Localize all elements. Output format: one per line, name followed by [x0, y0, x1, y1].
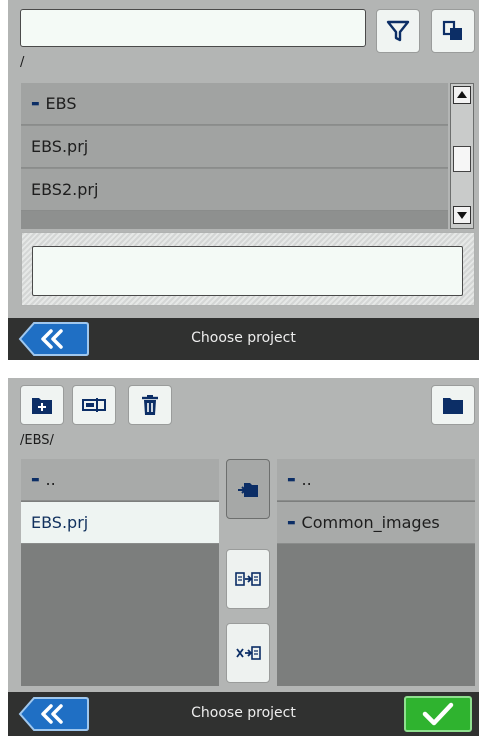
- folder-icon: ▬: [31, 474, 40, 485]
- scroll-up-button[interactable]: [453, 86, 471, 104]
- list-item-folder[interactable]: ▬ ..: [277, 459, 475, 501]
- move-to-folder-button[interactable]: [226, 459, 270, 519]
- folder-icon: ▬: [31, 98, 40, 109]
- search-input[interactable]: [20, 9, 366, 47]
- filter-icon: [386, 20, 410, 42]
- list-item-label: EBS2.prj: [31, 180, 99, 199]
- copy-button[interactable]: [431, 9, 475, 53]
- list-item-label: ..: [45, 470, 56, 489]
- left-file-list: ▬ .. EBS.prj: [21, 459, 219, 686]
- list-item-folder[interactable]: ▬ EBS: [21, 83, 448, 125]
- move-file-button[interactable]: [226, 623, 270, 683]
- scroll-down-button[interactable]: [453, 206, 471, 224]
- browse-folder-button[interactable]: [431, 385, 475, 425]
- arrow-up-icon: [457, 91, 467, 98]
- project-name-input[interactable]: [32, 246, 463, 296]
- scroll-thumb[interactable]: [453, 146, 471, 172]
- list-item-label: EBS.prj: [31, 137, 89, 156]
- move-to-folder-icon: [238, 483, 258, 497]
- list-item[interactable]: EBS2.prj: [21, 169, 448, 211]
- list-item-folder[interactable]: ▬ Common_images: [277, 502, 475, 544]
- checkmark-icon: [422, 702, 454, 726]
- list-item-label: EBS.prj: [31, 513, 89, 532]
- new-folder-icon: [32, 398, 52, 414]
- filter-button[interactable]: [376, 9, 420, 53]
- copy-icon: [442, 20, 462, 40]
- list-item-label: EBS: [45, 94, 77, 113]
- new-folder-button[interactable]: [20, 385, 64, 425]
- folder-icon: ▬: [287, 517, 296, 528]
- scrollbar[interactable]: [450, 83, 474, 229]
- copy-file-button[interactable]: [226, 549, 270, 609]
- confirm-button[interactable]: [404, 696, 472, 732]
- bar-title: Choose project: [191, 330, 296, 346]
- current-path: /: [20, 55, 25, 70]
- arrow-down-icon: [457, 212, 467, 219]
- list-item-label: Common_images: [301, 513, 440, 532]
- list-item-label: ..: [301, 470, 312, 489]
- list-item-folder[interactable]: ▬ ..: [21, 459, 219, 501]
- list-item-selected[interactable]: EBS.prj: [21, 502, 219, 544]
- rename-button[interactable]: [72, 385, 116, 425]
- delete-button[interactable]: [128, 385, 172, 425]
- current-path: /EBS/: [20, 433, 54, 448]
- folder-icon: [443, 398, 463, 414]
- list-item[interactable]: EBS.prj: [21, 126, 448, 168]
- folder-icon: ▬: [287, 474, 296, 485]
- copy-file-icon: [235, 572, 261, 586]
- move-file-icon: [236, 646, 261, 660]
- file-list: ▬ EBS EBS.prj EBS2.prj: [21, 83, 448, 229]
- right-file-list: ▬ .. ▬ Common_images: [277, 459, 475, 686]
- trash-icon: [142, 395, 158, 415]
- rename-icon: [82, 398, 106, 412]
